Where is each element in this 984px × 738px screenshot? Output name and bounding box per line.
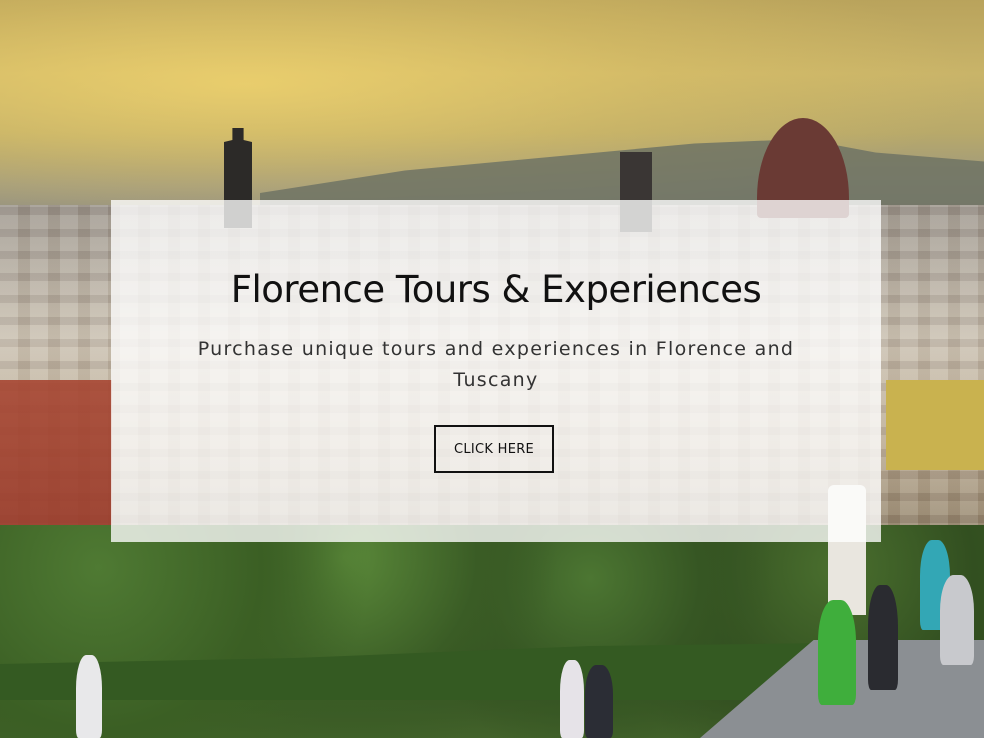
tourist-figure (76, 655, 102, 738)
hero-overlay-card: Florence Tours & Experiences Purchase un… (111, 200, 881, 542)
hero-subtitle: Purchase unique tours and experiences in… (197, 338, 795, 391)
hero-section: Florence Tours & Experiences Purchase un… (0, 0, 984, 738)
tourist-figure (868, 585, 898, 690)
tourist-figure (940, 575, 974, 665)
tourist-figure (560, 660, 584, 738)
tourist-figure (585, 665, 613, 738)
tourist-figure (818, 600, 856, 705)
hero-title: Florence Tours & Experiences (230, 268, 762, 311)
yellow-building (886, 380, 984, 470)
click-here-button[interactable]: CLICK HERE (434, 425, 554, 473)
